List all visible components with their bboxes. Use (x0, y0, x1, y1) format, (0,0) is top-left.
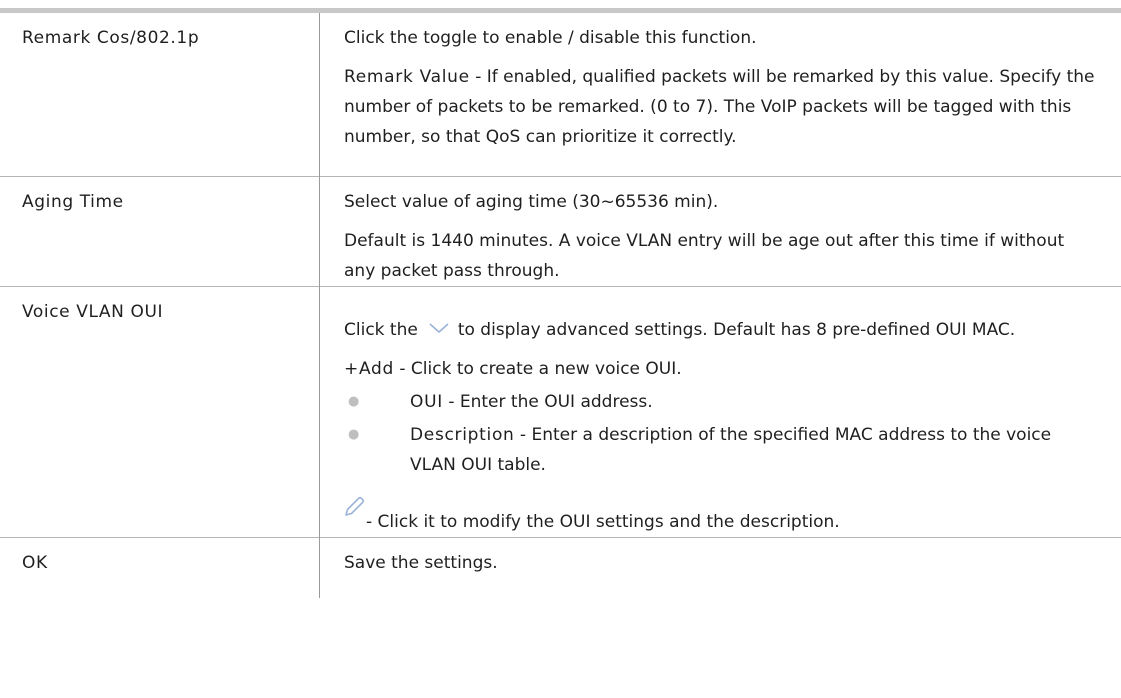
table-row: OK Save the settings. (0, 537, 1121, 598)
description-cell: Click the to display advanced settings. D… (320, 287, 1121, 538)
bullet-text: OUI - Enter the OUI address. (410, 387, 1097, 417)
list-item: ● Description - Enter a description of t… (344, 420, 1097, 480)
keyword-remark-value: Remark Value (344, 67, 470, 87)
description-text: Click the to display advanced settings. D… (344, 315, 1097, 345)
term-remark-cos: Remark Cos/802.1p (22, 28, 200, 48)
term-cell: Aging Time (0, 176, 320, 287)
description-text: +Add - Click to create a new voice OUI. (344, 354, 1097, 384)
pencil-icon (345, 496, 365, 516)
term-voice-vlan-oui: Voice VLAN OUI (22, 302, 164, 322)
description-text: - Click it to modify the OUI settings an… (344, 483, 1097, 537)
term-cell: Remark Cos/802.1p (0, 10, 320, 177)
term-ok: OK (22, 553, 48, 573)
description-text: Default is 1440 minutes. A voice VLAN en… (344, 231, 1065, 281)
description-text: Select value of aging time (30~65536 min… (344, 192, 719, 212)
keyword-description-field: Description (410, 425, 515, 445)
parameter-table: Remark Cos/802.1p Click the toggle to en… (0, 8, 1121, 598)
list-item: ● OUI - Enter the OUI address. (344, 387, 1097, 417)
description-cell: Click the toggle to enable / disable thi… (320, 11, 1121, 177)
term-cell: OK (0, 537, 320, 598)
keyword-add: +Add (344, 359, 394, 379)
description-text: Save the settings. (344, 553, 498, 573)
keyword-oui: OUI (410, 392, 443, 412)
keyword-description: - Enter the OUI address. (442, 392, 653, 412)
bullet-text: Description - Enter a description of the… (410, 420, 1097, 480)
description-cell: Save the settings. (320, 538, 1121, 598)
table-row: Voice VLAN OUI Click the to display advan… (0, 286, 1121, 538)
term-cell: Voice VLAN OUI (0, 286, 320, 538)
edit-description: - Click it to modify the OUI settings an… (366, 512, 840, 532)
bullet-icon: ● (348, 427, 360, 442)
term-aging-time: Aging Time (22, 192, 124, 212)
table-row: Remark Cos/802.1p Click the toggle to en… (0, 10, 1121, 177)
chevron-down-icon (429, 323, 449, 334)
chevron-text-after: to display advanced settings. Default ha… (457, 320, 1016, 340)
keyword-description: - Click to create a new voice OUI. (393, 359, 682, 379)
chevron-text-before: Click the (344, 320, 418, 340)
description-text: Remark Value - If enabled, qualified pac… (344, 62, 1097, 152)
bullet-icon: ● (348, 394, 360, 409)
table-row: Aging Time Select value of aging time (3… (0, 176, 1121, 287)
description-text: Click the toggle to enable / disable thi… (344, 28, 757, 48)
description-cell: Select value of aging time (30~65536 min… (320, 177, 1121, 287)
